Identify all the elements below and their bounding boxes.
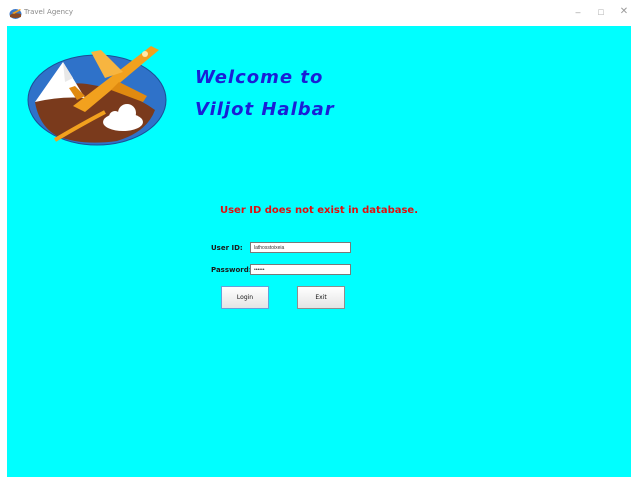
exit-button[interactable]: Exit xyxy=(297,286,345,309)
close-button[interactable]: ✕ xyxy=(617,6,631,18)
password-label: Password: xyxy=(211,266,252,274)
login-panel: Welcome to Viljot Halbar User ID does no… xyxy=(7,26,631,477)
login-button[interactable]: Login xyxy=(221,286,269,309)
password-input[interactable] xyxy=(250,264,351,275)
user-id-label: User ID: xyxy=(211,244,243,252)
window-title: Travel Agency xyxy=(24,8,73,16)
globe-plane-icon xyxy=(9,9,22,19)
travel-logo-icon xyxy=(27,46,167,146)
welcome-line-1: Welcome to xyxy=(195,67,324,88)
welcome-heading: Welcome to Viljot Halbar xyxy=(195,62,335,126)
welcome-line-2: Viljot Halbar xyxy=(195,99,335,120)
minimize-button[interactable]: – xyxy=(571,6,585,18)
maximize-button[interactable]: □ xyxy=(594,6,608,18)
window-title-bar: Travel Agency – □ ✕ xyxy=(0,0,631,26)
user-id-input[interactable] xyxy=(250,242,351,253)
error-message: User ID does not exist in database. xyxy=(219,205,419,216)
